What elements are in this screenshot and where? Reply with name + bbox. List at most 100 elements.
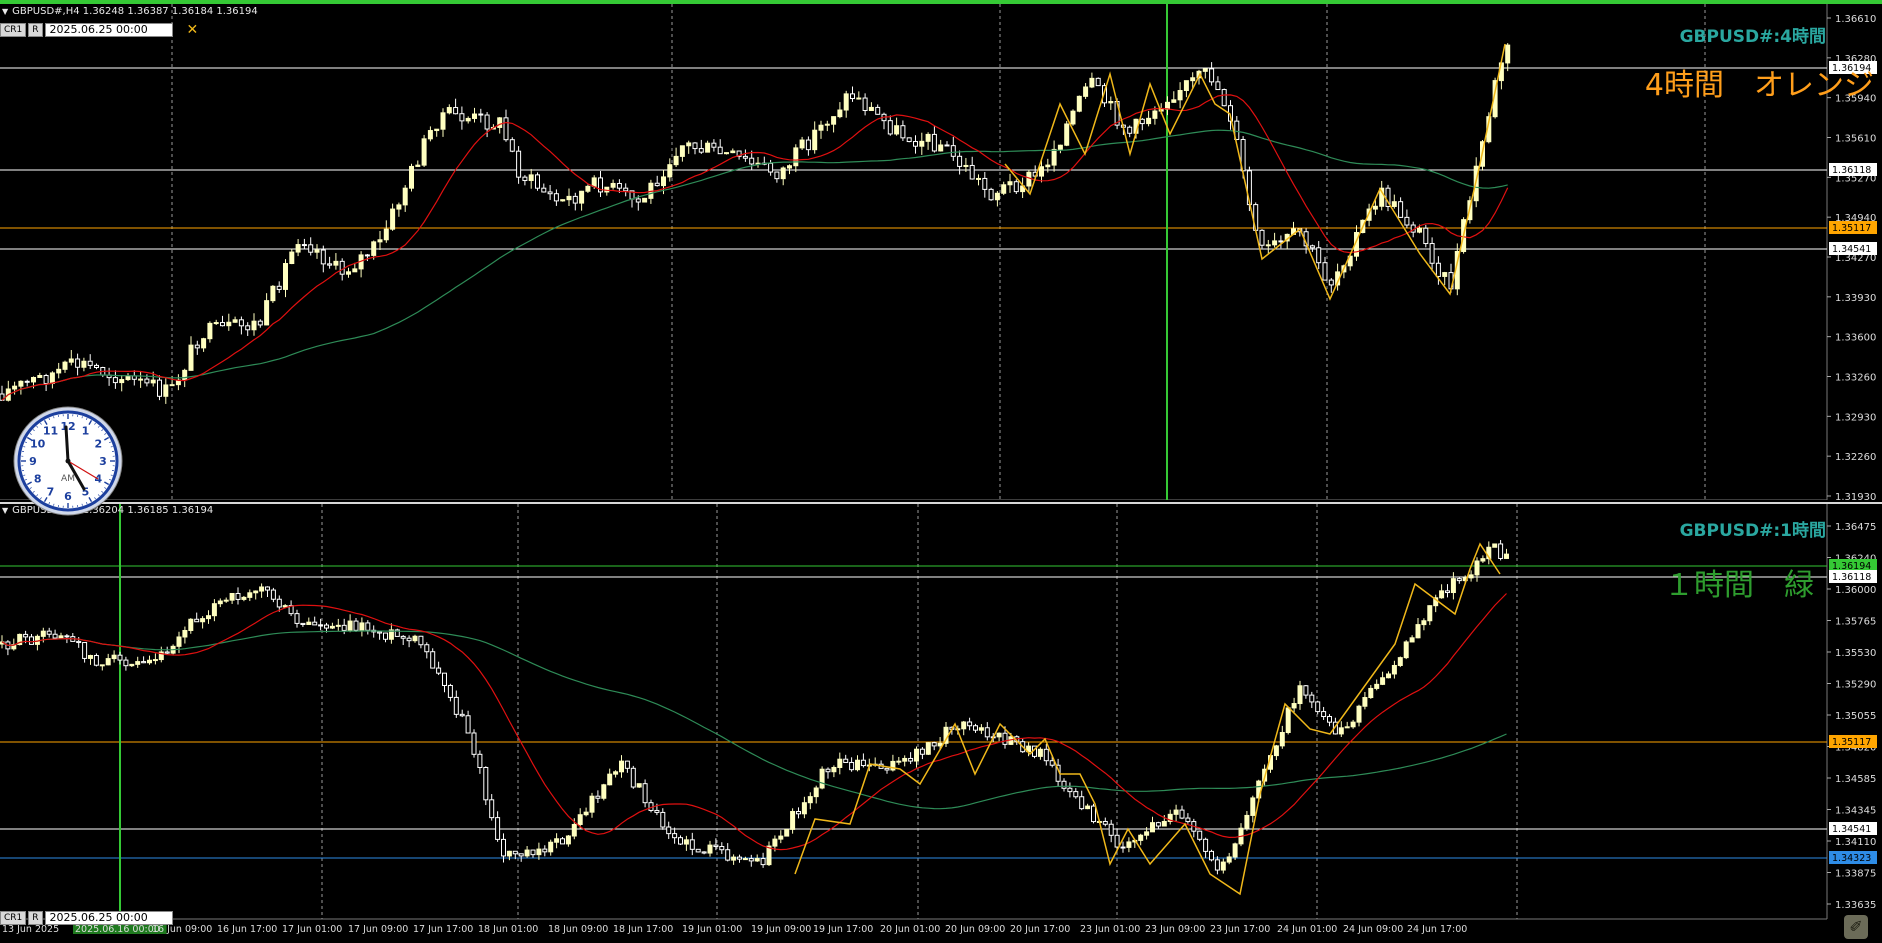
candle-body: [931, 742, 937, 747]
candle-body: [969, 164, 975, 180]
price-highlight-text: 1.35117: [1832, 737, 1871, 748]
price-highlight-text: 1.34541: [1832, 824, 1871, 835]
candle-body: [264, 300, 270, 326]
clock-am-label: AM: [61, 474, 75, 484]
candle-body: [347, 620, 353, 631]
clock-number: 4: [94, 473, 102, 486]
candle-body: [784, 828, 790, 837]
candle-body: [801, 802, 807, 815]
h4-r-button[interactable]: R: [28, 23, 43, 37]
price-label: 1.32930: [1835, 412, 1876, 423]
candle-body: [900, 125, 906, 139]
h4-time-input[interactable]: 2025.06.25 00:00: [44, 23, 173, 37]
candle-body: [318, 624, 324, 627]
candle-body: [226, 321, 232, 327]
candle-body: [1171, 99, 1177, 103]
candle-body: [856, 97, 862, 100]
candle-body: [390, 208, 396, 230]
h1-chart-pane[interactable]: 1.364751.362401.360001.357651.355301.352…: [0, 502, 1882, 943]
candle-body: [346, 271, 351, 275]
candle-body: [352, 268, 358, 273]
collapse-triangle-icon[interactable]: ▼: [2, 7, 8, 16]
candle-body: [787, 165, 792, 169]
price-label: 1.31930: [1835, 492, 1876, 500]
time-label: 16 Jun 09:00: [152, 924, 212, 935]
candle-body: [265, 586, 270, 591]
candle-body: [188, 618, 194, 631]
candle-body: [591, 177, 597, 187]
candle-body: [129, 663, 135, 667]
candle-body: [825, 768, 831, 773]
candle-body: [1259, 229, 1265, 246]
candle-body: [616, 182, 622, 189]
candle-body: [257, 320, 263, 326]
h1-time-input[interactable]: 2025.06.25 00:00: [44, 911, 173, 925]
h1-cr-button[interactable]: CR1: [0, 911, 27, 925]
candle-body: [1161, 820, 1167, 827]
candle-body: [409, 165, 414, 189]
candle-body: [589, 795, 595, 813]
candle-body: [94, 364, 99, 369]
candle-body: [135, 661, 141, 665]
h1-r-button[interactable]: R: [28, 911, 43, 925]
collapse-triangle-icon[interactable]: ▼: [2, 506, 8, 515]
candle-body: [1350, 721, 1356, 728]
h4-cr-button[interactable]: CR1: [0, 23, 27, 37]
h1-chart-canvas[interactable]: 1.364751.362401.360001.357651.355301.352…: [0, 504, 1882, 943]
candle-body: [434, 128, 440, 132]
candle-body: [1374, 683, 1380, 689]
price-highlight-text: 1.34323: [1832, 853, 1871, 864]
price-label: 1.35765: [1835, 617, 1876, 628]
price-label: 1.32260: [1835, 452, 1876, 463]
candle-body: [780, 167, 786, 180]
h4-chart-pane[interactable]: 1.36610 1.36280 1.35940 1.35610 1.35270 1.349…: [0, 0, 1882, 500]
candle-body: [913, 141, 918, 147]
candle-body: [23, 633, 29, 638]
candle-body: [383, 228, 389, 241]
candle-body: [1226, 856, 1232, 863]
time-label: 19 Jun 17:00: [813, 924, 873, 935]
candle-body: [56, 368, 62, 374]
candle-body: [1177, 90, 1183, 101]
candle-body: [1083, 86, 1089, 97]
candle-body: [601, 784, 607, 799]
time-label: 24 Jun 17:00: [1407, 924, 1467, 935]
candle-body: [31, 376, 36, 383]
candle-body: [371, 241, 377, 256]
candle-body: [754, 858, 760, 862]
chart-shift-icon[interactable]: ✐: [1844, 915, 1868, 939]
candle-body: [1417, 227, 1422, 233]
fast-moving-average-line: [1, 94, 1509, 401]
h1-time-toolbar: CR1 R 2025.06.25 00:00: [0, 911, 173, 925]
candle-body: [402, 187, 408, 206]
candle-body: [595, 795, 601, 799]
candle-body: [843, 93, 849, 111]
candle-body: [849, 761, 855, 771]
candle-body: [52, 633, 58, 639]
clock-number: 3: [99, 455, 107, 468]
candle-body: [1450, 578, 1456, 594]
candle-body: [938, 144, 944, 152]
candle-body: [324, 624, 329, 629]
candle-body: [719, 846, 725, 851]
candle-body: [607, 773, 613, 786]
clock-number: 1: [82, 425, 90, 438]
candle-body: [495, 817, 501, 840]
h4-chart-canvas[interactable]: 1.366101.362801.359401.356101.352701.349…: [0, 4, 1882, 500]
candle-body: [509, 139, 515, 152]
candle-body: [88, 655, 93, 659]
candle-body: [585, 185, 591, 192]
candle-body: [919, 748, 925, 755]
crosshair-tool-icon[interactable]: ✕: [187, 22, 199, 38]
candle-body: [123, 659, 129, 667]
price-label: 1.35055: [1835, 711, 1876, 722]
candle-body: [1272, 240, 1278, 246]
candle-body: [698, 148, 704, 153]
candle-body: [150, 379, 156, 384]
candle-body: [1085, 805, 1091, 810]
candle-body: [119, 379, 125, 384]
candle-body: [875, 106, 881, 115]
candle-body: [1114, 834, 1120, 848]
candle-body: [1403, 641, 1409, 659]
candle-body: [306, 621, 312, 625]
